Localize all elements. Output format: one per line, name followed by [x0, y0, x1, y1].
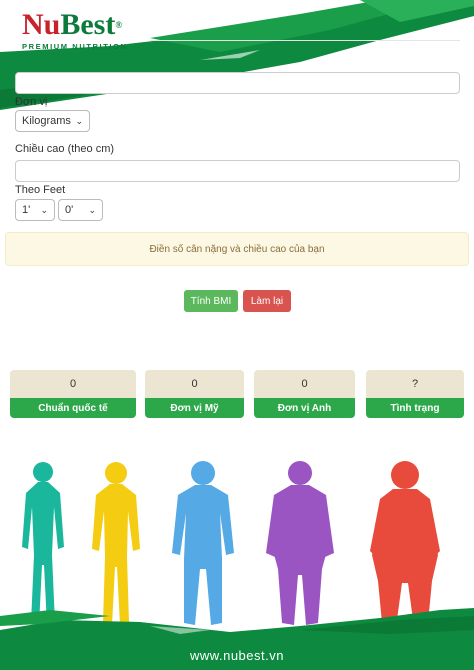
result-value: ? [366, 370, 464, 398]
result-card-international: 0 Chuẩn quốc tế [10, 370, 136, 418]
chevron-down-icon: ⌄ [88, 204, 96, 215]
height-input[interactable] [15, 160, 460, 182]
nubest-logo: NuBest® PREMIUM NUTRITION [22, 10, 128, 52]
reset-button[interactable]: Làm lại [243, 290, 291, 312]
result-card-status: ? Tình trạng [366, 370, 464, 418]
hint-alert: Điền số cân nặng và chiều cao của bạn [5, 232, 469, 266]
result-value: 0 [145, 370, 244, 398]
chevron-down-icon: ⌄ [75, 115, 83, 126]
calculate-bmi-button[interactable]: Tính BMI [184, 290, 238, 312]
feet-select[interactable]: 1' ⌄ [15, 199, 55, 221]
feet-select-value: 1' [22, 204, 31, 216]
logo-nu: Nu [22, 8, 61, 41]
result-label: Chuẩn quốc tế [10, 398, 136, 418]
unit-label: Đơn vị [15, 96, 48, 108]
footer-website-url: www.nubest.vn [190, 648, 284, 663]
registered-mark: ® [115, 20, 123, 30]
result-value: 0 [10, 370, 136, 398]
divider [150, 40, 460, 41]
result-label: Đơn vị Mỹ [145, 398, 244, 418]
feet-label: Theo Feet [15, 184, 66, 196]
logo-best: Best [60, 8, 116, 41]
result-label: Tình trạng [366, 398, 464, 418]
result-label: Đơn vị Anh [254, 398, 355, 418]
chevron-down-icon: ⌄ [40, 204, 48, 215]
logo-tagline: PREMIUM NUTRITION [22, 42, 128, 51]
unit-select[interactable]: Kilograms ⌄ [15, 110, 90, 132]
inches-select[interactable]: 0' ⌄ [58, 199, 103, 221]
unit-select-value: Kilograms [22, 115, 71, 127]
result-value: 0 [254, 370, 355, 398]
weight-input[interactable] [15, 72, 460, 94]
result-card-us: 0 Đơn vị Mỹ [145, 370, 244, 418]
inches-select-value: 0' [65, 204, 74, 216]
bmi-form: Đơn vị Kilograms ⌄ Chiều cao (theo cm) T… [0, 0, 474, 340]
result-card-uk: 0 Đơn vị Anh [254, 370, 355, 418]
height-label: Chiều cao (theo cm) [15, 143, 115, 155]
logo-wordmark: NuBest® [22, 10, 128, 40]
